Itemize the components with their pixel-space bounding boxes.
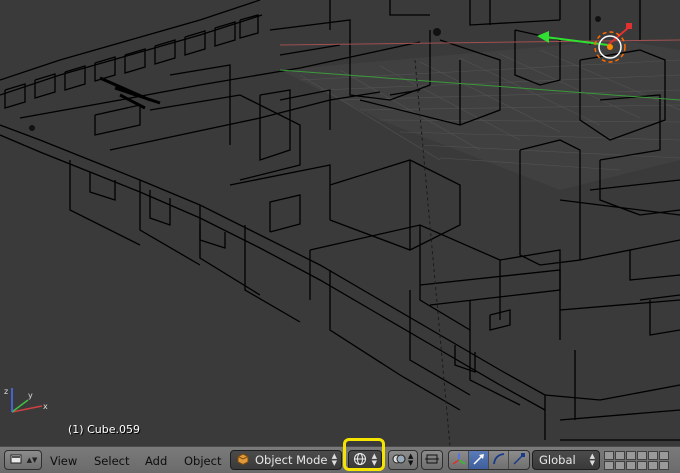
manipulator-toggle-button[interactable] <box>449 451 470 469</box>
pivot-updown-icon: ▲ ▼ <box>408 452 414 467</box>
transform-orientation-value: Global <box>539 453 576 467</box>
mode-select[interactable]: Object Mode ▲ ▼ <box>230 450 342 470</box>
object-menu[interactable]: Object <box>184 452 221 470</box>
viewport-shading-select[interactable]: ▲ ▼ <box>348 450 382 470</box>
layer-button[interactable] <box>604 451 614 460</box>
layer-button[interactable] <box>626 451 636 460</box>
layer-button[interactable] <box>659 461 669 470</box>
pivot-point-select[interactable]: ▲ ▼ <box>388 450 418 470</box>
editor-type-button[interactable]: ▲▼ <box>4 450 42 470</box>
wireframe-scene <box>0 0 680 446</box>
rotate-arc-icon <box>492 451 506 469</box>
svg-text:y: y <box>28 391 33 400</box>
layer-button[interactable] <box>648 461 658 470</box>
add-menu[interactable]: Add <box>145 452 167 470</box>
rotate-manipulator-button[interactable] <box>489 451 510 469</box>
active-object-label: (1) Cube.059 <box>68 423 140 436</box>
mode-select-updown-icon: ▲ ▼ <box>331 452 337 467</box>
svg-text:x: x <box>43 402 48 411</box>
layer-button[interactable] <box>637 451 647 460</box>
manipulator-group <box>448 450 530 470</box>
transform-orientation-select[interactable]: Global ▲ ▼ <box>532 450 600 470</box>
layer-button[interactable] <box>615 461 625 470</box>
3d-viewport[interactable]: x y z (1) Cube.059 <box>0 0 680 446</box>
select-menu[interactable]: Select <box>94 452 129 470</box>
layer-button[interactable] <box>615 451 625 460</box>
scale-icon <box>512 451 526 469</box>
orientation-updown-icon: ▲ ▼ <box>589 452 595 467</box>
editor-type-updown-icon: ▲▼ <box>26 456 38 464</box>
manipulator-center-button[interactable] <box>421 450 443 470</box>
shading-updown-icon: ▲ ▼ <box>371 452 377 467</box>
manipulator-center-icon <box>425 453 439 468</box>
translate-arrow-icon <box>472 451 486 469</box>
layer-buttons <box>604 451 669 470</box>
manipulator-axes-icon <box>452 451 466 469</box>
scale-manipulator-button[interactable] <box>509 451 529 469</box>
translate-manipulator-button[interactable] <box>469 451 490 469</box>
wireframe-sphere-icon <box>353 452 367 469</box>
view-menu[interactable]: View <box>50 452 77 470</box>
3d-view-header: ▲▼ View Select Add Object Object Mode ▲ ▼… <box>0 446 680 473</box>
object-mode-cube-icon <box>237 452 249 468</box>
pivot-point-icon <box>392 453 406 468</box>
3d-view-cube-icon <box>9 453 23 468</box>
layer-button[interactable] <box>648 451 658 460</box>
layer-button[interactable] <box>659 451 669 460</box>
layer-button[interactable] <box>626 461 636 470</box>
svg-text:z: z <box>4 387 8 396</box>
layer-button[interactable] <box>604 461 614 470</box>
layer-button[interactable] <box>637 461 647 470</box>
mode-select-value: Object Mode <box>255 453 328 467</box>
axis-orientation-gizmo: x y z <box>2 384 52 424</box>
